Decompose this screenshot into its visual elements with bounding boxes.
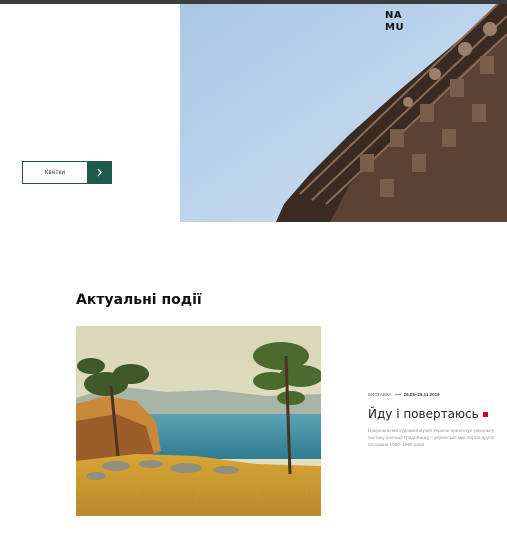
red-square-icon [482,412,488,417]
hero-image [180,4,507,222]
tickets-label: Квитки [44,169,66,176]
event-title: Йду і повертаюсь [368,407,479,421]
logo-line-1: NA [385,10,403,21]
section-title: Актуальні події [76,292,202,308]
event-title-link[interactable]: Йду і повертаюсь [368,407,488,421]
namu-logo[interactable]: NA MU [385,10,404,34]
tickets-button[interactable]: Квитки [22,161,112,184]
logo-line-2: MU [385,22,405,33]
event-meta: ВИСТАВКА 26.08–29.11.2019 [368,392,440,397]
chevron-right-icon [87,162,111,183]
event-dates: 26.08–29.11.2019 [403,392,440,397]
event-type: ВИСТАВКА [368,392,392,397]
event-image[interactable] [76,326,321,516]
meta-divider [394,394,401,396]
event-description: Національний художній музей України през… [368,428,495,447]
